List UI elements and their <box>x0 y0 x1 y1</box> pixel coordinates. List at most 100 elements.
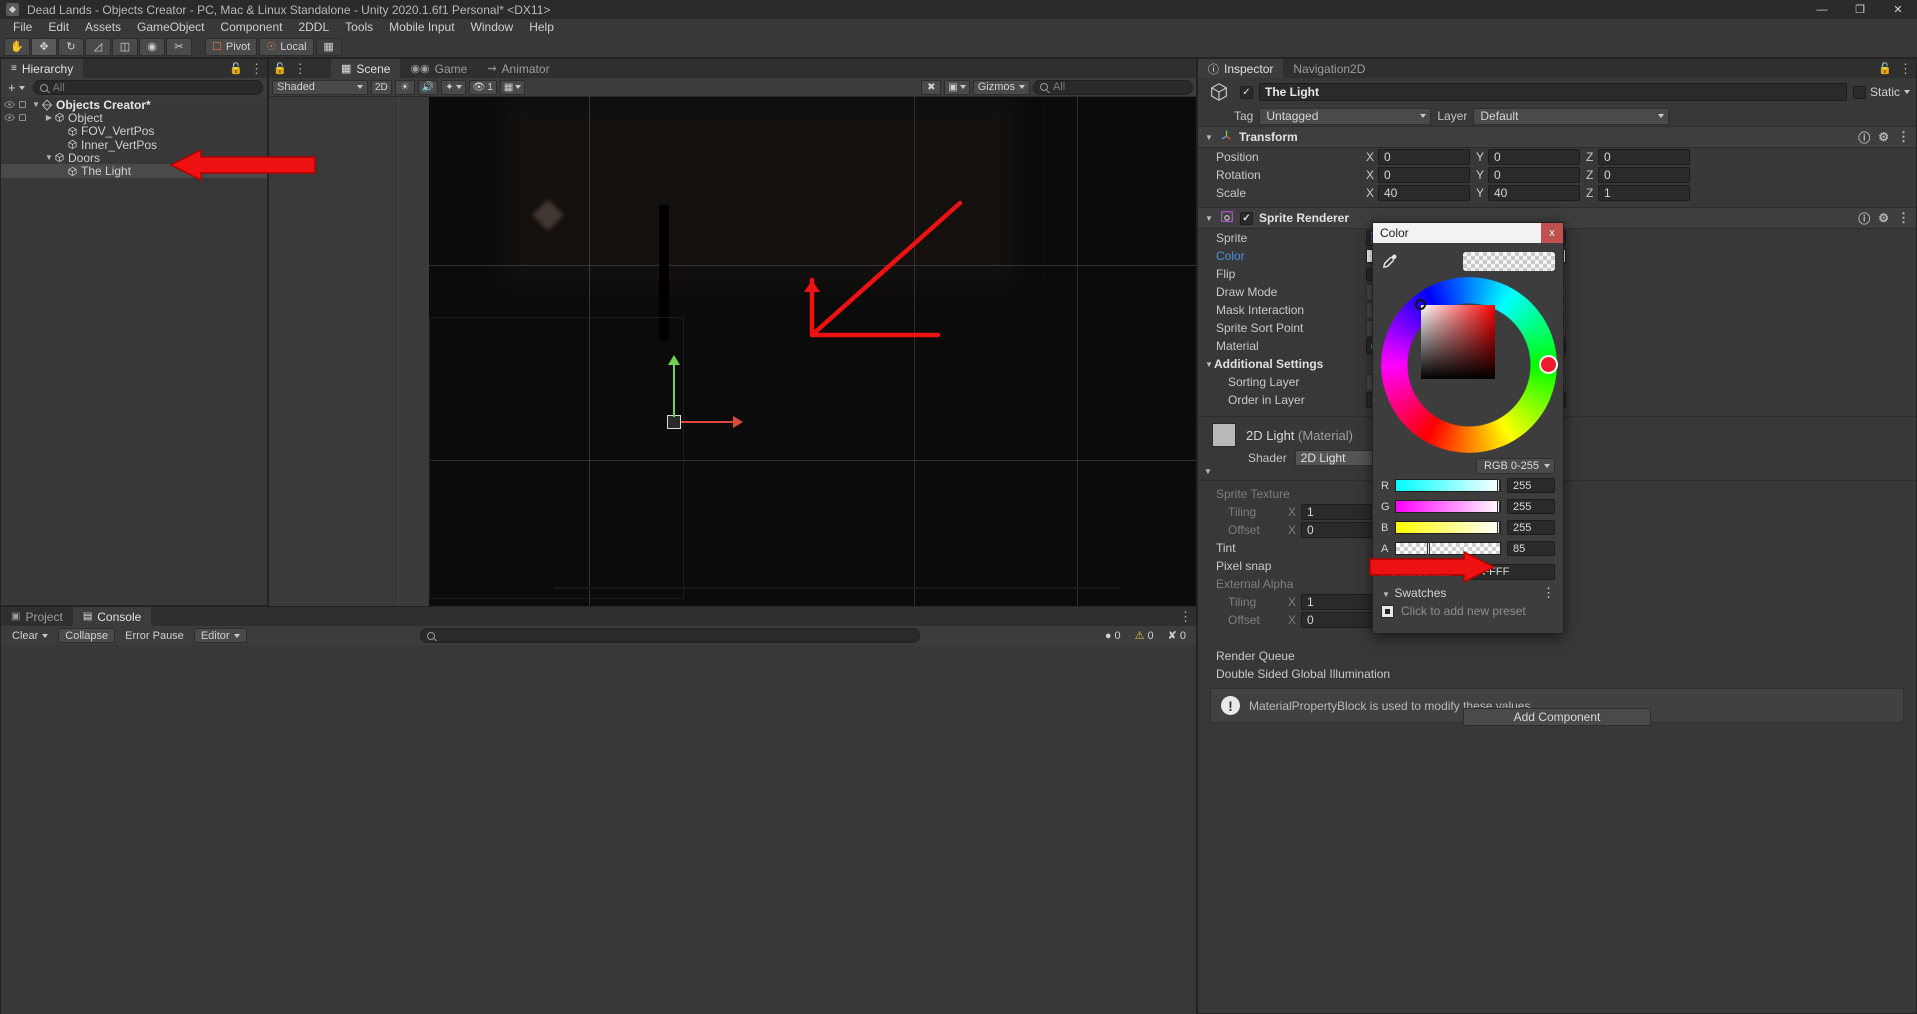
minimize-button[interactable]: — <box>1803 0 1841 19</box>
close-button[interactable]: ✕ <box>1879 0 1917 19</box>
tab-navigation2d[interactable]: Navigation2D <box>1283 59 1376 78</box>
swatches-menu-icon[interactable]: ⋮ <box>1542 586 1555 599</box>
tab-game[interactable]: ◉◉ Game <box>400 59 478 78</box>
camera-dropdown[interactable]: ▣ <box>944 79 970 95</box>
channel-slider-g[interactable] <box>1395 500 1501 513</box>
transform-scale-z-input[interactable]: 1 <box>1598 185 1690 201</box>
scale-tool-icon[interactable]: ◿ <box>85 37 111 56</box>
menu-item-gameobject[interactable]: GameObject <box>129 19 212 36</box>
chevron-down-icon[interactable]: ▼ <box>1381 590 1391 599</box>
add-preset-row[interactable]: Click to add new preset <box>1381 604 1555 618</box>
sprite-renderer-menu-icon[interactable]: ⋮ <box>1897 211 1910 224</box>
slider-thumb[interactable] <box>1427 542 1431 555</box>
transform-rotation-y-input[interactable]: 0 <box>1488 167 1580 183</box>
visibility-toggle-icon[interactable] <box>4 100 15 109</box>
transform-position-y-input[interactable]: 0 <box>1488 149 1580 165</box>
create-object-button[interactable]: + <box>5 80 28 95</box>
saturation-value-square[interactable] <box>1421 305 1495 379</box>
scene-viewport[interactable] <box>269 97 1196 624</box>
error-pause-toggle[interactable]: Error Pause <box>118 628 191 643</box>
scene-search-input[interactable]: All <box>1033 79 1193 95</box>
lock-icon[interactable]: 🔓 <box>229 62 243 75</box>
channel-value-b[interactable]: 255 <box>1507 520 1555 535</box>
scene-tools-icon[interactable]: ✖ <box>921 79 942 95</box>
scene-menu-icon[interactable]: ⋮ <box>294 62 307 75</box>
tab-console[interactable]: ▤ Console <box>72 607 152 626</box>
rotate-tool-icon[interactable]: ↻ <box>58 37 84 56</box>
hierarchy-search-input[interactable]: All <box>32 80 263 95</box>
collapse-toggle[interactable]: Collapse <box>58 628 116 643</box>
transform-scale-y-input[interactable]: 40 <box>1488 185 1580 201</box>
menu-item-edit[interactable]: Edit <box>40 19 77 36</box>
menu-item-tools[interactable]: Tools <box>337 19 381 36</box>
lighting-toggle-icon[interactable]: ☀ <box>394 79 415 95</box>
layer-dropdown[interactable]: Default <box>1473 107 1670 125</box>
audio-toggle-icon[interactable]: 🔊 <box>417 79 439 95</box>
pickability-toggle-icon[interactable] <box>19 114 26 122</box>
transform-rotation-x-input[interactable]: 0 <box>1378 167 1470 183</box>
console-menu-icon[interactable]: ⋮ <box>1179 610 1192 623</box>
material-preview-thumbnail[interactable] <box>1212 423 1236 447</box>
error-count[interactable]: ✘ 0 <box>1161 627 1192 644</box>
shading-mode-dropdown[interactable]: Shaded <box>272 79 368 95</box>
color-wheel[interactable] <box>1381 277 1558 453</box>
hierarchy-item-objects-creator[interactable]: ▼ Objects Creator* <box>1 98 267 112</box>
scene-visibility-icon[interactable]: 👁 1 <box>468 79 497 95</box>
hierarchy-item-doors[interactable]: ▼ Doors <box>1 151 267 165</box>
gizmo-y-axis[interactable] <box>673 362 675 417</box>
tab-hierarchy[interactable]: ≡ Hierarchy <box>1 59 84 78</box>
channel-slider-a[interactable] <box>1395 542 1501 555</box>
move-tool-icon[interactable]: ✥ <box>31 37 57 56</box>
hierarchy-menu-icon[interactable]: ⋮ <box>250 62 263 75</box>
menu-item-component[interactable]: Component <box>212 19 290 36</box>
preset-swatch-icon[interactable] <box>1381 604 1394 618</box>
static-toggle[interactable]: Static <box>1852 85 1910 99</box>
rect-tool-icon[interactable]: ◫ <box>112 37 138 56</box>
tab-scene[interactable]: ▦ Scene <box>331 59 401 78</box>
gizmo-center-handle[interactable] <box>667 415 681 429</box>
channel-value-g[interactable]: 255 <box>1507 499 1555 514</box>
slider-thumb[interactable] <box>1497 479 1500 492</box>
gizmos-dropdown[interactable]: Gizmos <box>972 79 1030 95</box>
channel-slider-r[interactable] <box>1395 479 1501 492</box>
grid-dropdown[interactable]: ▦ <box>499 79 526 95</box>
swatches-foldout[interactable]: ▼ Swatches ⋮ <box>1381 586 1555 600</box>
console-log-area[interactable] <box>1 645 1196 1014</box>
transform-component-header[interactable]: ▼ Transform ⓘ ⚙ ⋮ <box>1198 126 1916 148</box>
help-icon[interactable]: ⓘ <box>1858 129 1870 146</box>
color-mode-dropdown[interactable]: RGB 0-255 <box>1475 458 1555 474</box>
eyedropper-icon[interactable] <box>1381 252 1399 270</box>
tag-dropdown[interactable]: Untagged <box>1259 107 1432 125</box>
chevron-down-icon[interactable]: ▼ <box>44 153 54 162</box>
preset-icon[interactable]: ⚙ <box>1878 130 1889 144</box>
warning-count[interactable]: ⚠ 0 <box>1128 627 1160 644</box>
menu-item-2ddl[interactable]: 2DDL <box>290 19 337 36</box>
gameobject-enabled-checkbox[interactable]: ✓ <box>1240 85 1253 99</box>
pickability-toggle-icon[interactable] <box>19 101 26 109</box>
menu-item-file[interactable]: File <box>5 19 40 36</box>
transform-rotation-z-input[interactable]: 0 <box>1598 167 1690 183</box>
hierarchy-item-object[interactable]: ▶ Object <box>1 111 267 125</box>
chevron-down-icon[interactable]: ▼ <box>1204 467 1212 476</box>
preset-icon[interactable]: ⚙ <box>1878 211 1889 225</box>
help-icon[interactable]: ⓘ <box>1858 210 1870 227</box>
custom-tool-icon[interactable]: ✂ <box>166 37 192 56</box>
transform-menu-icon[interactable]: ⋮ <box>1897 130 1910 143</box>
hand-tool-icon[interactable]: ✋ <box>4 37 30 56</box>
local-toggle[interactable]: ☉ Local <box>259 37 314 56</box>
sv-selector-knob[interactable] <box>1415 299 1426 310</box>
fx-dropdown[interactable]: ✦ <box>441 79 466 95</box>
lock-icon[interactable]: 🔓 <box>273 62 287 75</box>
transform-position-x-input[interactable]: 0 <box>1378 149 1470 165</box>
chevron-down-icon[interactable]: ▼ <box>1204 360 1214 369</box>
static-checkbox[interactable] <box>1852 85 1866 99</box>
hue-selector-knob[interactable] <box>1539 355 1558 374</box>
visibility-toggle-icon[interactable] <box>4 113 15 122</box>
slider-thumb[interactable] <box>1497 500 1500 513</box>
hierarchy-item-fov-vertpos[interactable]: FOV_VertPos <box>1 124 267 138</box>
gameobject-name-input[interactable]: The Light <box>1259 83 1847 101</box>
tab-inspector[interactable]: ⓘ Inspector <box>1198 59 1284 78</box>
chevron-right-icon[interactable]: ▶ <box>44 113 54 122</box>
lock-icon[interactable]: 🔓 <box>1878 62 1892 75</box>
channel-value-r[interactable]: 255 <box>1507 478 1555 493</box>
